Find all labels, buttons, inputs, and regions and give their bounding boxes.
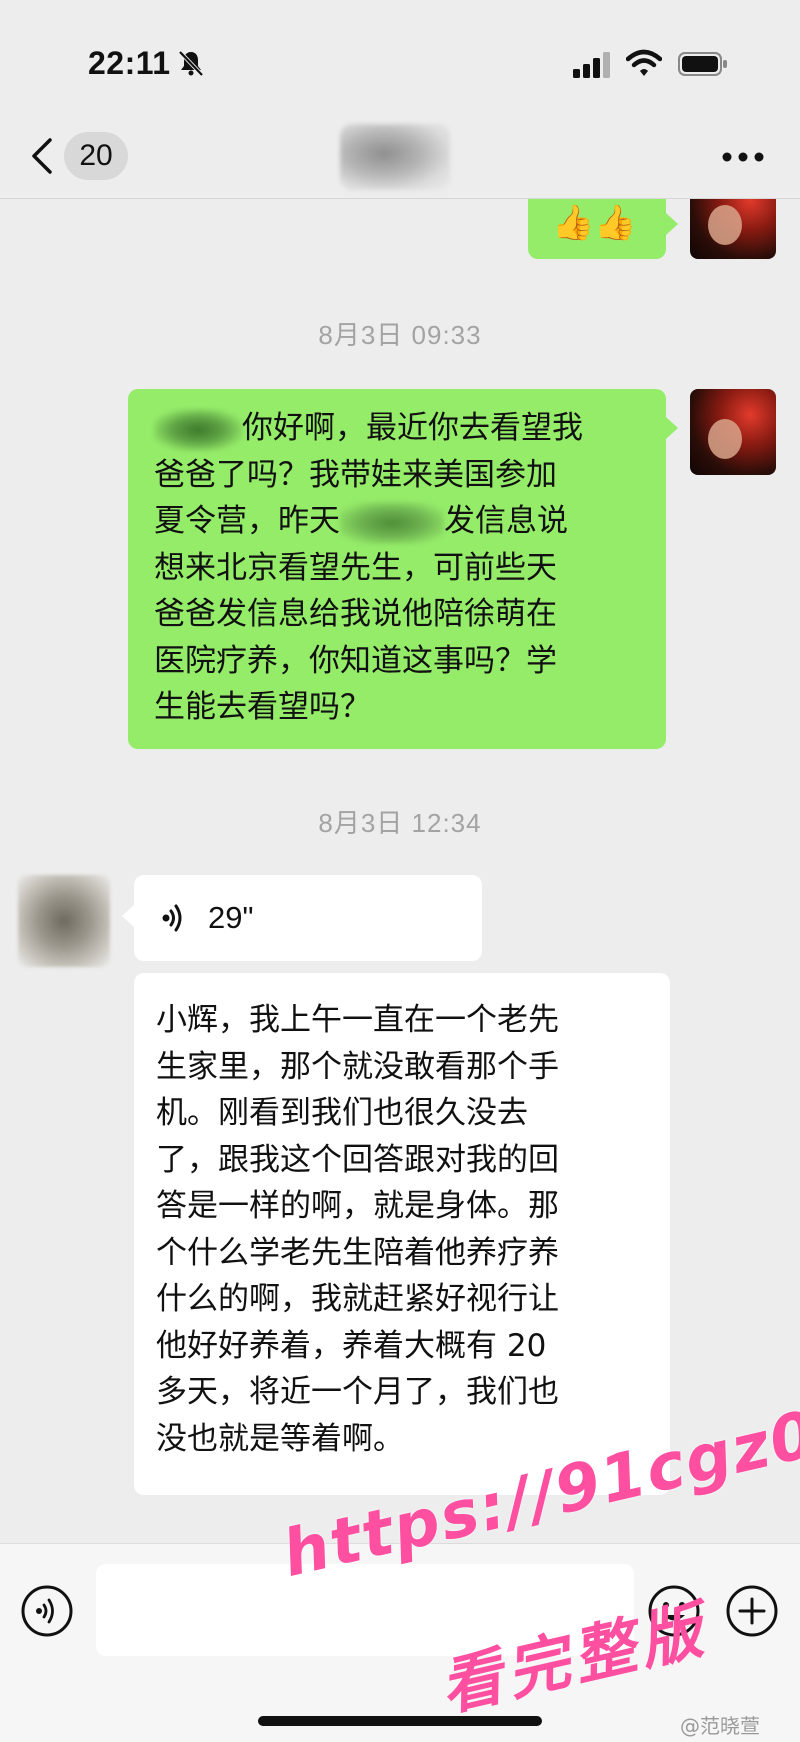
message-list[interactable]: 👍👍 8月3日 09:33 你好啊，最近你去看望我 爸爸了吗？我带娃来美国参加 … [0,199,800,1542]
bubble-tail [122,905,134,927]
transcript-line: 机。刚看到我们也很久没去 [156,1095,528,1131]
contact-avatar[interactable] [18,875,110,967]
transcript-line: 答是一样的啊，就是身体。那 [156,1188,559,1224]
status-bar: 22:11 [0,0,800,120]
battery-icon [678,52,727,76]
weibo-watermark: @范晓萱 [680,1714,760,1738]
transcript-text: 小辉，我上午一直在一个老先 生家里，那个就没敢看那个手 机。刚看到我们也很久没去… [156,997,664,1462]
silent-bell-icon [178,50,204,77]
wifi-icon [626,49,662,76]
transcript-line: 小辉，我上午一直在一个老先 [156,1002,559,1038]
message-timestamp: 8月3日 12:34 [318,808,482,838]
transcript-line: 多天，将近一个月了，我们也 [156,1374,559,1410]
transcript-line: 什么的啊，我就赶紧好视行让 [156,1281,559,1317]
sent-message-bubble[interactable]: 你好啊，最近你去看望我 爸爸了吗？我带娃来美国参加 夏令营，昨天 发信息说 想来北… [128,389,666,749]
voice-input-icon[interactable] [20,1584,74,1638]
transcript-line: 了，跟我这个回答跟对我的回 [156,1141,559,1178]
voice-duration: 29" [208,900,254,935]
transcript-line: 生家里，那个就没敢看那个手 [156,1048,559,1085]
blurred-contact-name [340,124,450,190]
chat-header: 20 [0,120,800,199]
home-indicator [258,1716,542,1726]
unread-count-badge[interactable]: 20 [64,132,128,180]
more-options-icon[interactable] [718,150,768,164]
transcript-line: 个什么学老先生陪着他养疗养 [156,1234,559,1271]
transcript-line: 他好好养着，养着大概有 20 [156,1327,547,1364]
message-timestamp: 8月3日 09:33 [318,320,482,350]
back-chevron-icon[interactable] [28,136,58,176]
sent-message-text: 你好啊，最近你去看望我 爸爸了吗？我带娃来美国参加 夏令营，昨天 发信息说 想来北… [154,408,583,725]
my-avatar[interactable] [690,389,776,475]
blurred-name [154,408,242,451]
my-avatar[interactable] [690,199,776,259]
blurred-name [340,501,444,544]
bubble-tail [666,417,678,439]
voice-wave-icon [162,904,182,932]
voice-transcript-bubble[interactable]: 小辉，我上午一直在一个老先 生家里，那个就没敢看那个手 机。刚看到我们也很久没去… [134,973,670,1495]
cellular-signal-icon [573,52,610,78]
sent-emoji-bubble[interactable]: 👍👍 [528,199,666,259]
voice-message-bubble[interactable]: 29" [134,875,482,961]
bubble-tail [666,213,678,235]
status-time: 22:11 [88,45,171,81]
thumbs-up-emoji: 👍👍 [552,203,637,243]
plus-icon[interactable] [725,1584,779,1638]
